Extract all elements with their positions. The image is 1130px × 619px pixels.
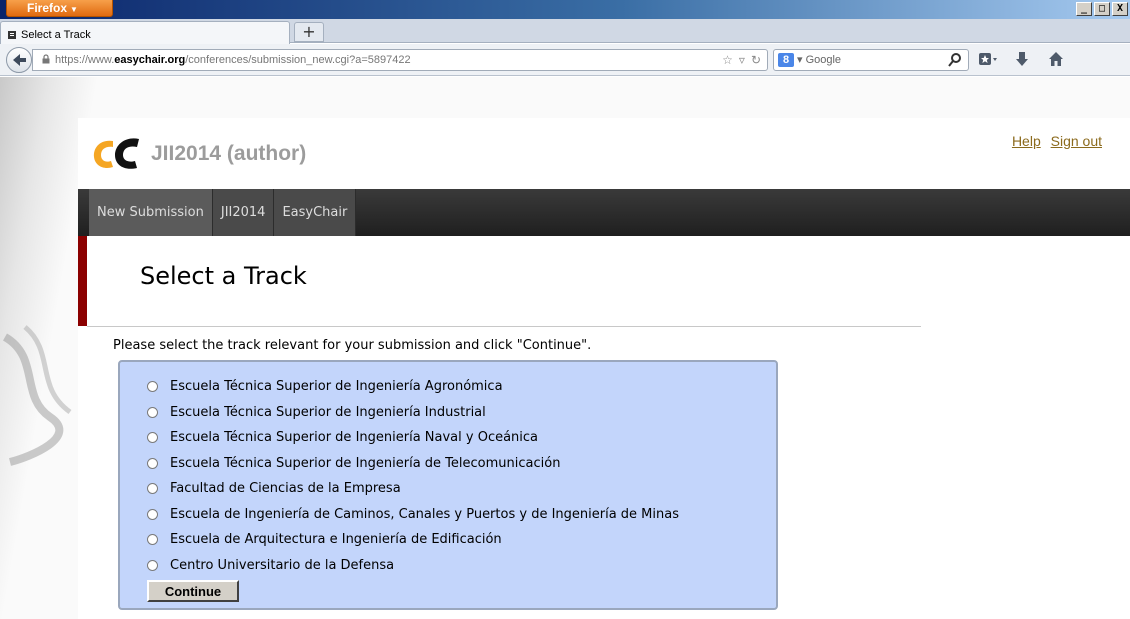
header-logo: JII2014 (author) — [91, 135, 306, 173]
url-bar[interactable]: https://www.easychair.org/conferences/su… — [32, 49, 768, 71]
firefox-menu-label: Firefox — [27, 1, 68, 15]
home-icon[interactable] — [1046, 49, 1066, 69]
radio-button[interactable] — [147, 508, 158, 520]
track-option[interactable]: Escuela de Ingeniería de Caminos, Canale… — [147, 502, 776, 528]
radio-button[interactable] — [147, 534, 158, 546]
reload-icon[interactable]: ↻ — [751, 53, 761, 67]
track-option[interactable]: Escuela Técnica Superior de Ingeniería A… — [147, 374, 776, 400]
page-title: Select a Track — [140, 262, 307, 290]
bookmarks-menu-icon[interactable] — [978, 49, 998, 69]
track-option[interactable]: Escuela de Arquitectura e Ingeniería de … — [147, 527, 776, 553]
track-label: Escuela Técnica Superior de Ingeniería I… — [170, 404, 486, 420]
track-label: Facultad de Ciencias de la Empresa — [170, 481, 401, 497]
track-option[interactable]: Escuela Técnica Superior de Ingeniería N… — [147, 425, 776, 451]
radio-button[interactable] — [147, 559, 158, 571]
download-icon[interactable] — [1012, 49, 1032, 69]
url-bar-actions: ☆ ▿ ↻ — [722, 53, 761, 67]
tab-strip: Select a Track + — [0, 19, 1130, 44]
search-icon[interactable] — [947, 52, 963, 68]
navigation-bar: https://www.easychair.org/conferences/su… — [0, 44, 1130, 76]
maximize-button[interactable]: □ — [1094, 2, 1110, 16]
track-option[interactable]: Escuela Técnica Superior de Ingeniería d… — [147, 451, 776, 477]
search-engine-label: Google — [805, 54, 842, 66]
history-dropdown-icon[interactable]: ▿ — [739, 53, 745, 67]
radio-button[interactable] — [147, 457, 158, 469]
title-bar: Firefox ▼ _ □ X — [0, 0, 1130, 19]
search-bar[interactable]: 8 ▾ Google — [773, 49, 969, 71]
track-label: Escuela de Ingeniería de Caminos, Canale… — [170, 506, 679, 522]
close-button[interactable]: X — [1112, 2, 1128, 16]
bookmark-star-icon[interactable]: ☆ — [722, 53, 733, 67]
sign-out-link[interactable]: Sign out — [1051, 133, 1102, 149]
track-label: Escuela Técnica Superior de Ingeniería d… — [170, 455, 561, 471]
app-title: JII2014 (author) — [151, 142, 307, 165]
continue-button[interactable]: Continue — [147, 580, 239, 602]
accent-bar — [78, 236, 87, 326]
instruction-text: Please select the track relevant for you… — [113, 338, 592, 353]
new-tab-button[interactable]: + — [294, 22, 324, 42]
radio-button[interactable] — [147, 432, 158, 444]
menu-item-jii2014[interactable]: JII2014 — [212, 189, 275, 236]
search-engine-chevron-icon: ▾ — [797, 54, 806, 66]
menu-item-easychair[interactable]: EasyChair — [274, 189, 357, 236]
radio-button[interactable] — [147, 381, 158, 393]
google-engine-icon[interactable]: 8 — [778, 53, 794, 67]
back-button[interactable] — [6, 47, 32, 73]
easychair-logo-icon — [93, 138, 139, 169]
track-option[interactable]: Escuela Técnica Superior de Ingeniería I… — [147, 400, 776, 426]
track-selection-form: Escuela Técnica Superior de Ingeniería A… — [118, 360, 778, 610]
firefox-menu-button[interactable]: Firefox ▼ — [6, 0, 113, 17]
lock-icon — [41, 54, 51, 64]
track-label: Escuela de Arquitectura e Ingeniería de … — [170, 532, 502, 548]
track-option[interactable]: Facultad de Ciencias de la Empresa — [147, 476, 776, 502]
tab-title: Select a Track — [21, 28, 91, 41]
track-option[interactable]: Centro Universitario de la Defensa — [147, 553, 776, 579]
radio-button[interactable] — [147, 483, 158, 495]
divider — [87, 326, 921, 327]
back-arrow-icon — [13, 54, 26, 66]
top-links: Help Sign out — [1006, 133, 1102, 149]
chevron-down-icon: ▼ — [70, 5, 78, 14]
menu-item-new-submission[interactable]: New Submission — [89, 189, 213, 236]
track-label: Escuela Técnica Superior de Ingeniería N… — [170, 430, 539, 446]
toolbar-icons — [978, 49, 1066, 69]
url-path: /conferences/submission_new.cgi?a=589742… — [185, 54, 411, 66]
radio-button[interactable] — [147, 406, 158, 418]
track-label: Escuela Técnica Superior de Ingeniería A… — [170, 379, 503, 395]
menu-bar: New Submission JII2014 EasyChair — [78, 189, 1130, 236]
url-prefix: https://www. — [55, 54, 115, 66]
minimize-button[interactable]: _ — [1076, 2, 1092, 16]
help-link[interactable]: Help — [1012, 133, 1041, 149]
easychair-favicon-icon — [7, 30, 17, 40]
url-host: easychair.org — [114, 54, 186, 66]
window-controls: _ □ X — [1076, 2, 1128, 16]
tab-select-a-track[interactable]: Select a Track — [0, 21, 290, 44]
track-label: Centro Universitario de la Defensa — [170, 557, 395, 573]
decorative-swirl — [2, 325, 72, 466]
